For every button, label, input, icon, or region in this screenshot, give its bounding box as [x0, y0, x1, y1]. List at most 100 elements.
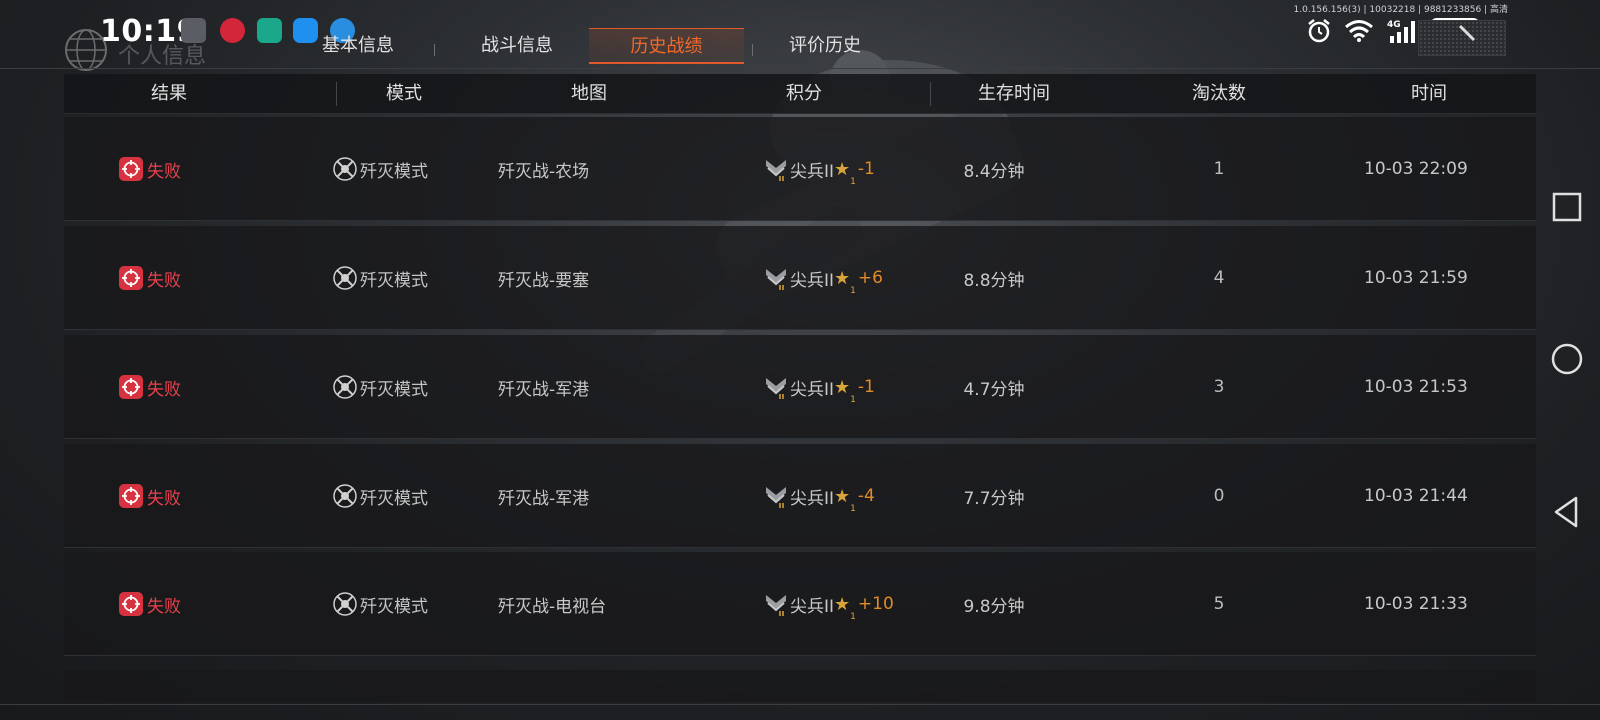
table-row[interactable]: 失败 歼灭模式 歼灭战-军港 尖兵II ★ 1 -1 4.7分钟 3 10-03 21:53	[64, 335, 1536, 439]
loss-icon	[119, 266, 143, 290]
chevron-rank-icon	[766, 378, 786, 399]
eliminations-cell: 3	[1184, 335, 1254, 439]
tab-review-history[interactable]: 评价历史	[765, 28, 885, 64]
tab-match-history[interactable]: 历史战绩	[589, 28, 744, 64]
header-mode: 模式	[386, 83, 422, 104]
score-delta: -1	[857, 377, 875, 397]
loss-icon	[119, 157, 143, 181]
mode-cell: 歼灭模式	[332, 335, 428, 439]
header-eliminations: 淘汰数	[1192, 83, 1246, 104]
survive-time-cell: 8.8分钟	[934, 226, 1054, 330]
star-icon: ★	[834, 267, 851, 289]
tab-battle-info[interactable]: 战斗信息	[452, 28, 582, 64]
time-text: 10-03 21:44	[1364, 486, 1468, 506]
mode-text: 歼灭模式	[360, 379, 428, 400]
crossed-rifles-icon	[333, 592, 357, 616]
table-row-partial	[64, 670, 1536, 702]
map-text: 歼灭战-农场	[498, 161, 590, 182]
star-icon: ★	[834, 158, 851, 180]
crossed-rifles-icon	[333, 375, 357, 399]
result-text: 失败	[147, 596, 181, 617]
eliminations-cell: 0	[1184, 444, 1254, 548]
bottom-divider	[0, 704, 1600, 705]
loss-icon	[119, 484, 143, 508]
score-cell: 尖兵II ★ 1 +10	[764, 552, 894, 656]
score-delta: -1	[857, 159, 875, 179]
time-cell: 10-03 21:59	[1364, 226, 1468, 330]
map-text: 歼灭战-军港	[498, 379, 590, 400]
rank-text: 尖兵II	[790, 161, 835, 182]
result-cell: 失败	[119, 117, 181, 221]
home-button[interactable]	[1550, 342, 1584, 376]
table-row[interactable]: 失败 歼灭模式 歼灭战-电视台 尖兵II ★ 1 +10 9.8分钟 5 10-03 21:33	[64, 552, 1536, 656]
map-text: 歼灭战-电视台	[498, 596, 607, 617]
star-level: 1	[850, 177, 856, 187]
survive-time-text: 8.4分钟	[963, 161, 1025, 182]
survive-time-cell: 9.8分钟	[934, 552, 1054, 656]
eliminations-text: 4	[1213, 268, 1225, 288]
chevron-rank-icon	[766, 160, 786, 181]
survive-time-text: 4.7分钟	[963, 379, 1025, 400]
header-separator	[336, 82, 337, 106]
score-delta: +10	[857, 594, 894, 614]
survive-time-cell: 7.7分钟	[934, 444, 1054, 548]
tab-separator	[434, 44, 435, 56]
tab-basic-info[interactable]: 基本信息	[298, 28, 418, 64]
map-text: 歼灭战-军港	[498, 488, 590, 509]
mode-cell: 歼灭模式	[332, 552, 428, 656]
result-cell: 失败	[119, 335, 181, 439]
rank-text: 尖兵II	[790, 270, 835, 291]
table-header: 结果 模式 地图 积分 生存时间 淘汰数 时间	[64, 74, 1536, 114]
time-cell: 10-03 22:09	[1364, 117, 1468, 221]
table-row[interactable]: 失败 歼灭模式 歼灭战-要塞 尖兵II ★ 1 +6 8.8分钟 4 10-03 21:59	[64, 226, 1536, 330]
star-icon: ★	[834, 485, 851, 507]
mode-cell: 歼灭模式	[332, 226, 428, 330]
header-score: 积分	[786, 83, 822, 104]
crossed-rifles-icon	[333, 266, 357, 290]
mode-cell: 歼灭模式	[332, 444, 428, 548]
survive-time-cell: 4.7分钟	[934, 335, 1054, 439]
table-row[interactable]: 失败 歼灭模式 歼灭战-农场 尖兵II ★ 1 -1 8.4分钟 1 10-03 22:09	[64, 117, 1536, 221]
map-text: 歼灭战-要塞	[498, 270, 590, 291]
score-delta: -4	[857, 486, 875, 506]
recent-apps-button[interactable]	[1550, 190, 1584, 224]
android-navigation-bar	[1536, 0, 1600, 720]
table-row[interactable]: 失败 歼灭模式 歼灭战-军港 尖兵II ★ 1 -4 7.7分钟 0 10-03 21:44	[64, 444, 1536, 548]
result-cell: 失败	[119, 444, 181, 548]
back-button[interactable]	[1550, 495, 1584, 529]
header-result: 结果	[151, 83, 187, 104]
map-cell: 歼灭战-军港	[498, 444, 589, 548]
time-text: 10-03 21:59	[1364, 268, 1468, 288]
eliminations-text: 5	[1213, 594, 1225, 614]
chevron-rank-icon	[766, 487, 786, 508]
map-cell: 歼灭战-军港	[498, 335, 589, 439]
tab-separator	[752, 44, 753, 56]
eliminations-cell: 5	[1184, 552, 1254, 656]
result-text: 失败	[147, 379, 181, 400]
mode-text: 歼灭模式	[360, 270, 428, 291]
mode-cell: 歼灭模式	[332, 117, 428, 221]
score-delta: +6	[857, 268, 883, 288]
map-cell: 歼灭战-农场	[498, 117, 589, 221]
map-cell: 歼灭战-电视台	[498, 552, 606, 656]
survive-time-text: 8.8分钟	[963, 270, 1025, 291]
score-cell: 尖兵II ★ 1 -1	[764, 335, 875, 439]
header-survive-time: 生存时间	[978, 83, 1050, 104]
top-navigation: 个人信息 基本信息 战斗信息 历史战绩 评价历史	[0, 14, 1600, 71]
star-icon: ★	[834, 376, 851, 398]
chevron-rank-icon	[766, 595, 786, 616]
globe-icon	[65, 29, 107, 71]
rank-text: 尖兵II	[790, 379, 835, 400]
result-text: 失败	[147, 270, 181, 291]
mode-text: 歼灭模式	[360, 596, 428, 617]
score-cell: 尖兵II ★ 1 -1	[764, 117, 875, 221]
result-text: 失败	[147, 488, 181, 509]
survive-time-text: 9.8分钟	[963, 596, 1025, 617]
star-level: 1	[850, 286, 856, 296]
header-separator	[930, 82, 931, 106]
eliminations-cell: 4	[1184, 226, 1254, 330]
eliminations-cell: 1	[1184, 117, 1254, 221]
nav-divider	[0, 68, 1600, 69]
eliminations-text: 1	[1213, 159, 1225, 179]
rank-text: 尖兵II	[790, 488, 835, 509]
